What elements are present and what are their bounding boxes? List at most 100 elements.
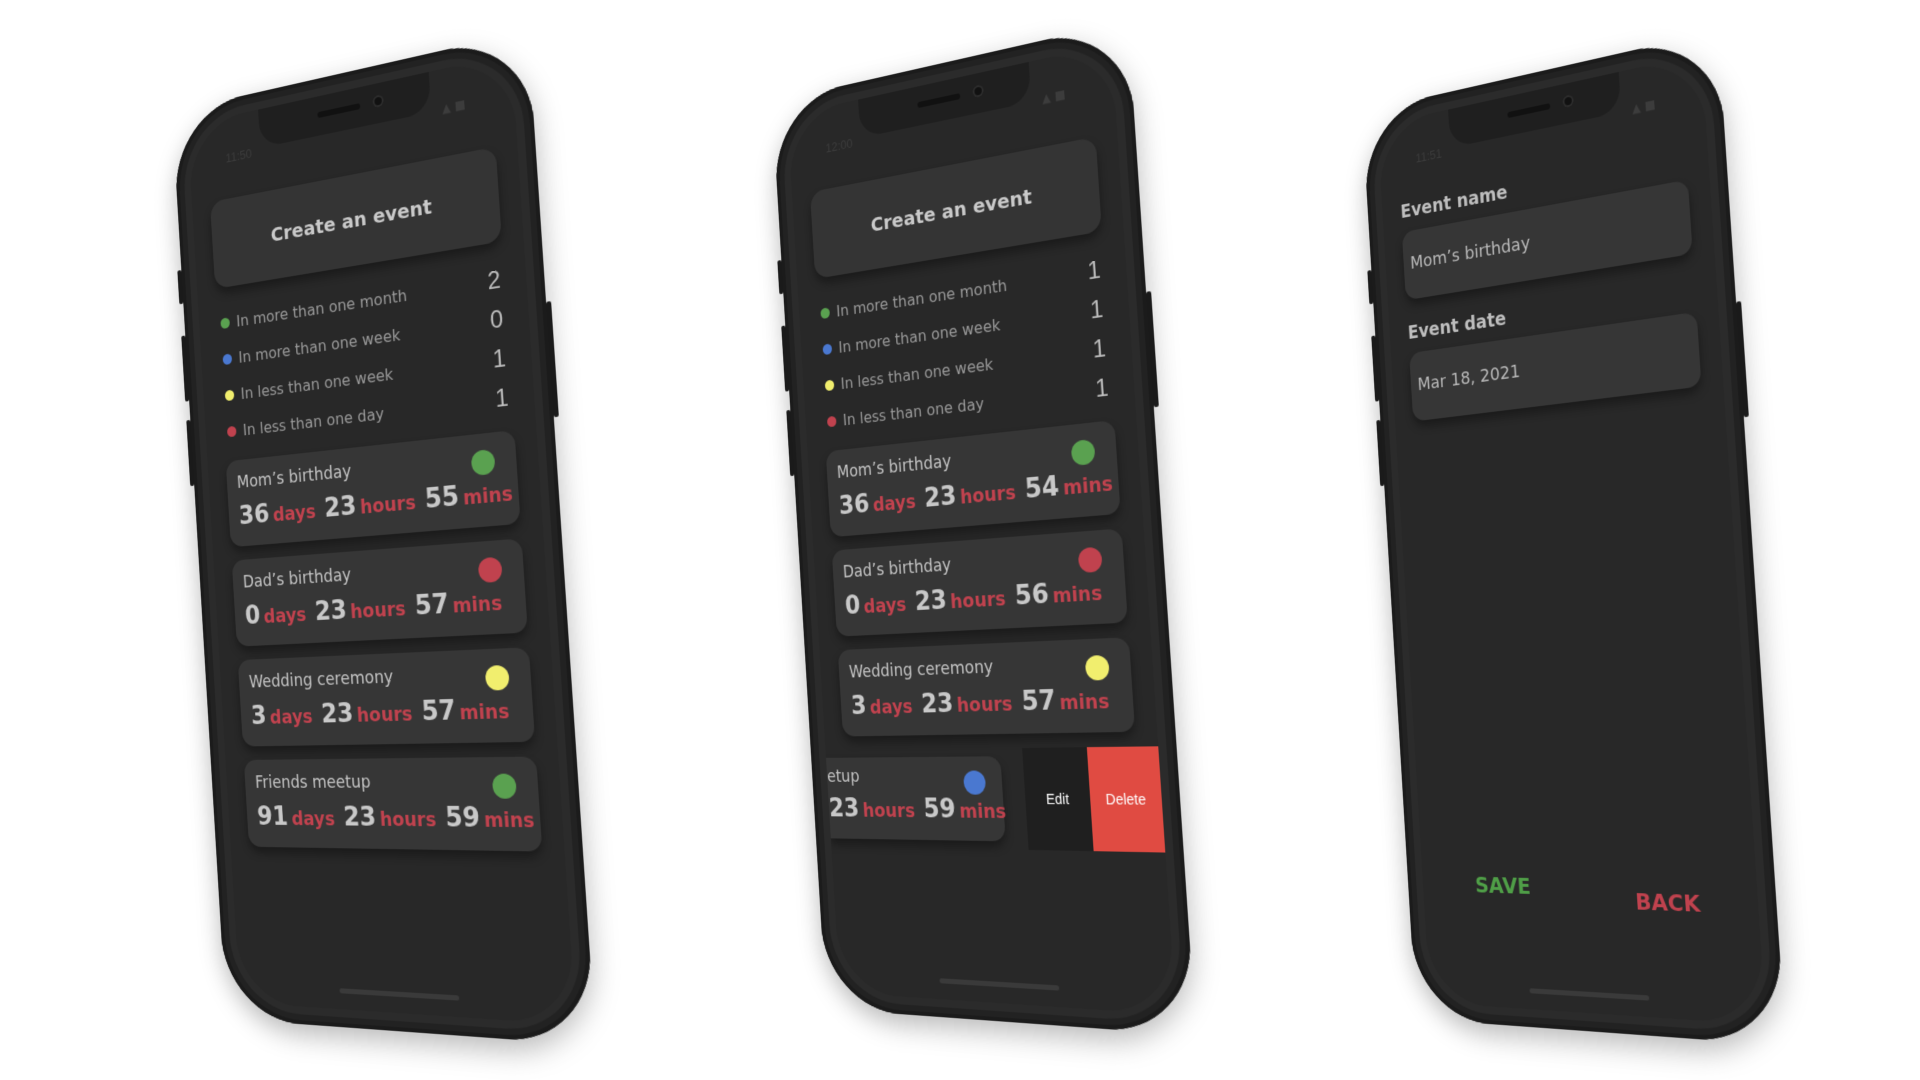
event-date-value: Mar 18, 2021 — [1417, 361, 1521, 396]
mins-unit: mins — [1052, 582, 1103, 608]
legend-count: 1 — [491, 344, 507, 374]
event-card[interactable]: etup 23 hours 59 mins — [825, 756, 1007, 842]
camera-icon — [1562, 94, 1574, 109]
days-value: 36 — [238, 499, 271, 532]
mins-unit: mins — [483, 809, 536, 833]
mute-switch — [1367, 270, 1374, 305]
status-icons: ▲■ — [1631, 96, 1660, 117]
event-card[interactable]: Dad’s birthday 0 days 23 hours 56 mins — [831, 528, 1128, 637]
volume-up-button — [181, 335, 190, 402]
status-icons: ▲■ — [1041, 86, 1070, 107]
screen: 11:50 ▲■ Create an event In more than on… — [187, 53, 577, 1025]
yellow-status-dot-icon — [1084, 654, 1110, 681]
speaker — [1507, 103, 1551, 119]
days-value: 36 — [838, 489, 871, 522]
mins-value: 59 — [444, 802, 482, 834]
power-button — [1146, 291, 1159, 408]
legend-count: 1 — [494, 383, 510, 414]
save-button[interactable]: SAVE — [1475, 874, 1532, 900]
mins-unit: mins — [958, 800, 1007, 824]
edit-button[interactable]: Edit — [1022, 747, 1094, 852]
event-card[interactable]: Dad’s birthday 0 days 23 hours 57 mins — [231, 538, 528, 647]
countdown: 23 hours 59 mins — [828, 794, 1016, 825]
mute-switch — [177, 270, 184, 305]
days-unit: days — [290, 808, 336, 831]
speaker — [317, 103, 361, 119]
blue-dot-icon — [222, 352, 233, 365]
days-value: 0 — [844, 591, 862, 621]
red-status-dot-icon — [477, 556, 503, 584]
back-button[interactable]: BACK — [1635, 890, 1701, 918]
green-status-dot-icon — [491, 773, 517, 799]
hours-unit: hours — [349, 597, 407, 624]
legend-count: 1 — [1091, 334, 1107, 364]
mins-value: 54 — [1023, 471, 1061, 506]
mins-value: 56 — [1013, 579, 1050, 612]
status-time: 12:00 — [825, 135, 854, 156]
event-card[interactable]: Mom’s birthday 36 days 23 hours 54 mins — [825, 420, 1121, 538]
event-name: Mom’s birthday — [236, 461, 352, 493]
event-card[interactable]: Mom’s birthday 36 days 23 hours 55 mins — [225, 430, 521, 548]
home-indicator[interactable] — [1529, 988, 1650, 1001]
countdown: 91 days 23 hours 59 mins — [256, 802, 545, 834]
days-value: 0 — [244, 601, 262, 631]
legend-count: 1 — [1089, 295, 1105, 325]
countdown: 0 days 23 hours 57 mins — [244, 585, 513, 631]
event-name: Dad’s birthday — [242, 565, 352, 593]
mins-unit: mins — [462, 482, 514, 510]
hours-unit: hours — [956, 693, 1014, 717]
screen: 12:00 ▲■ Create an event In more than on… — [787, 43, 1177, 1015]
notch — [1448, 71, 1622, 148]
event-name: etup — [826, 767, 861, 787]
green-status-dot-icon — [1070, 438, 1096, 466]
status-time: 11:50 — [225, 145, 253, 166]
event-card[interactable]: Friends meetup 91 days 23 hours 59 mins — [243, 756, 545, 852]
yellow-dot-icon — [824, 379, 835, 391]
event-name: Dad’s birthday — [842, 555, 952, 583]
mins-value: 57 — [420, 695, 457, 728]
mins-unit: mins — [1062, 472, 1114, 500]
days-value: 3 — [250, 701, 268, 731]
home-indicator[interactable] — [939, 978, 1060, 991]
days-unit: days — [872, 491, 917, 517]
hours-value: 23 — [923, 481, 958, 514]
power-button — [546, 301, 559, 418]
countdown: 3 days 23 hours 57 mins — [850, 684, 1120, 721]
days-unit: days — [263, 604, 307, 628]
yellow-dot-icon — [224, 389, 235, 401]
legend-count: 1 — [1094, 373, 1110, 404]
blue-dot-icon — [822, 342, 833, 355]
hours-value: 23 — [913, 585, 948, 618]
speaker — [917, 93, 961, 109]
green-dot-icon — [820, 306, 831, 319]
status-icons: ▲■ — [441, 96, 470, 117]
camera-icon — [972, 84, 984, 99]
red-dot-icon — [226, 425, 237, 437]
days-unit: days — [863, 594, 907, 618]
hours-value: 23 — [342, 802, 378, 833]
volume-down-button — [786, 409, 795, 477]
hours-value: 23 — [828, 794, 861, 824]
legend: In more than one month 2 In more than on… — [220, 261, 510, 450]
swiped-event-row[interactable]: etup 23 hours 59 mins Edit Delete — [825, 746, 1166, 853]
event-date-label: Event date — [1407, 307, 1507, 344]
event-card[interactable]: Wedding ceremony 3 days 23 hours 57 mins — [837, 637, 1136, 737]
mins-unit: mins — [452, 592, 503, 618]
blue-status-dot-icon — [962, 770, 987, 795]
volume-up-button — [1371, 335, 1380, 402]
mins-value: 57 — [413, 589, 450, 622]
green-status-dot-icon — [470, 448, 496, 476]
days-unit: days — [272, 501, 317, 527]
volume-up-button — [781, 325, 790, 392]
event-card[interactable]: Wedding ceremony 3 days 23 hours 57 mins — [237, 647, 536, 747]
delete-button[interactable]: Delete — [1086, 746, 1166, 853]
countdown: 0 days 23 hours 56 mins — [844, 575, 1113, 621]
legend-count: 2 — [486, 265, 502, 296]
mins-value: 55 — [423, 481, 461, 516]
days-value: 91 — [256, 802, 289, 832]
event-name: Wedding ceremony — [248, 667, 394, 693]
days-value: 3 — [850, 691, 868, 721]
legend: In more than one month 1 In more than on… — [820, 251, 1110, 440]
event-list: Mom’s birthday 36 days 23 hours 54 mins Dad’s… — [825, 420, 1166, 853]
home-indicator[interactable] — [339, 988, 460, 1001]
